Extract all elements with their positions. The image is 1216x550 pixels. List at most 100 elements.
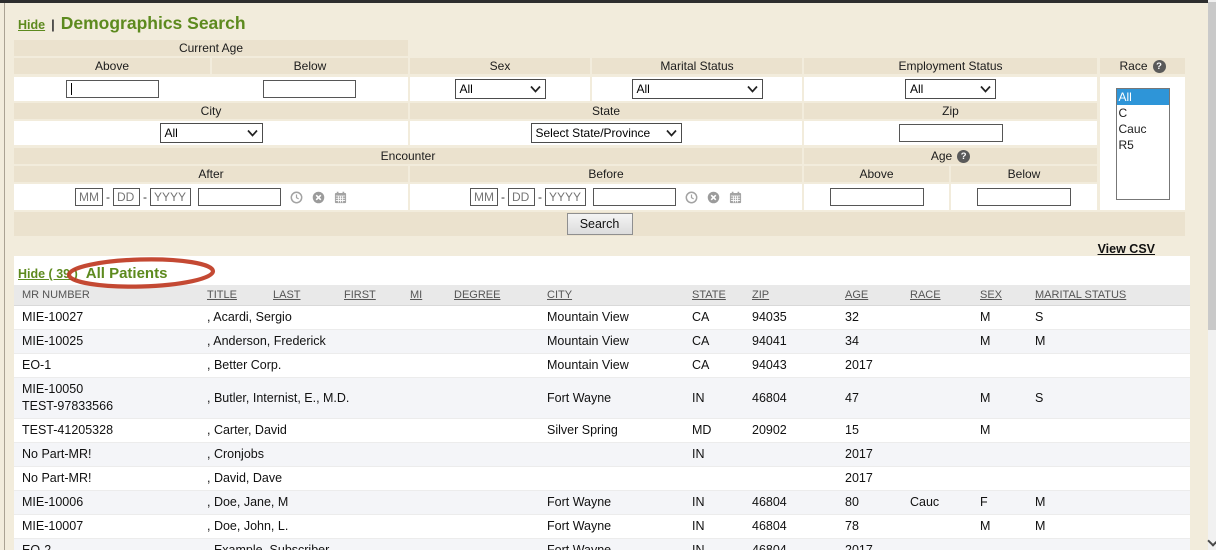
table-row[interactable]: MIE-10006, Doe, Jane, MFort WayneIN46804… (14, 491, 1190, 515)
table-row[interactable]: EO-2, Example, SubscriberFort WayneIN468… (14, 539, 1190, 550)
cell-name: , Cronjobs (199, 443, 539, 467)
current-age-above-input[interactable] (66, 80, 159, 98)
column-header-race[interactable]: RACE (902, 285, 972, 306)
before-month-input[interactable] (470, 188, 498, 206)
table-row[interactable]: MIE-10050 TEST-97833566, Butler, Interni… (14, 378, 1190, 419)
current-age-group-label: Current Age (14, 40, 408, 56)
zip-input[interactable] (899, 124, 1003, 142)
date-dash: - (143, 190, 147, 204)
column-header-sex[interactable]: SEX (972, 285, 1027, 306)
marital-status-select[interactable]: All (632, 79, 763, 99)
table-row[interactable]: TEST-41205328, Carter, DavidSilver Sprin… (14, 419, 1190, 443)
cell-sex (972, 443, 1027, 467)
race-option[interactable]: All (1117, 89, 1169, 105)
clock-icon[interactable] (685, 191, 698, 204)
age-below-input[interactable] (977, 188, 1071, 206)
cell-state: MD (684, 419, 744, 443)
hide-patients-link[interactable]: Hide ( 39 ) (18, 267, 78, 281)
column-header-degree[interactable]: DEGREE (446, 285, 539, 306)
cell-employment (1182, 539, 1190, 550)
cell-name: , David, Dave (199, 467, 539, 491)
city-select-value: All (165, 126, 178, 140)
cell-zip: 46804 (744, 378, 837, 419)
city-select[interactable]: All (160, 123, 263, 143)
table-row[interactable]: MIE-10007, Doe, John, L.Fort WayneIN4680… (14, 515, 1190, 539)
cell-city (539, 443, 684, 467)
cell-race (902, 443, 972, 467)
column-header-age[interactable]: AGE (837, 285, 902, 306)
employment-status-select[interactable]: All (905, 79, 996, 99)
view-csv-link[interactable]: View CSV (1098, 242, 1155, 256)
cell-zip: 94043 (744, 354, 837, 378)
before-day-input[interactable] (508, 188, 535, 206)
age-above-input[interactable] (830, 188, 924, 206)
table-row[interactable]: EO-1, Better Corp.Mountain ViewCA9404320… (14, 354, 1190, 378)
before-year-input[interactable] (545, 188, 586, 206)
encounter-after-label: After (14, 166, 408, 182)
calendar-icon[interactable] (729, 191, 742, 204)
calendar-icon[interactable] (334, 191, 347, 204)
age-above-cell (804, 184, 949, 210)
race-option[interactable]: C (1117, 105, 1169, 121)
cell-mr: MIE-10050 TEST-97833566 (14, 378, 199, 419)
search-button[interactable]: Search (567, 213, 633, 235)
cell-employment (1182, 419, 1190, 443)
scroll-down-arrow-icon[interactable] (1207, 535, 1216, 546)
clear-icon[interactable] (707, 191, 720, 204)
column-header-state[interactable]: STATE (684, 285, 744, 306)
cell-state (684, 467, 744, 491)
cell-age: 32 (837, 306, 902, 330)
after-date-input[interactable] (198, 188, 281, 206)
after-month-input[interactable] (75, 188, 103, 206)
column-header-employment[interactable]: EMPLOYMENT (1182, 285, 1190, 306)
encounter-after-cell: - - (14, 184, 408, 210)
scrollbar-thumb[interactable] (1208, 2, 1216, 330)
zip-cell (804, 121, 1097, 145)
cell-city: Mountain View (539, 330, 684, 354)
sex-cell: All (410, 77, 590, 101)
race-option[interactable]: Cauc (1117, 121, 1169, 137)
cell-mr: No Part-MR! (14, 467, 199, 491)
vertical-scrollbar[interactable] (1208, 0, 1216, 550)
column-header-first[interactable]: FIRST (336, 285, 402, 306)
cell-name: , Acardi, Sergio (199, 306, 539, 330)
cell-state: CA (684, 306, 744, 330)
table-row[interactable]: No Part-MR!, David, Dave2017 (14, 467, 1190, 491)
city-cell: All (14, 121, 408, 145)
state-select[interactable]: Select State/Province (531, 123, 682, 143)
window-top-border (0, 0, 1208, 3)
sex-label: Sex (410, 58, 590, 74)
current-age-below-input[interactable] (263, 80, 356, 98)
cell-state: IN (684, 378, 744, 419)
cell-name: , Doe, Jane, M (199, 491, 539, 515)
employment-cell: All (804, 77, 1097, 101)
cell-employment (1182, 491, 1190, 515)
city-label: City (14, 103, 408, 119)
clock-icon[interactable] (290, 191, 303, 204)
table-row[interactable]: No Part-MR!, CronjobsIN2017 (14, 443, 1190, 467)
hide-demographics-link[interactable]: Hide (18, 18, 45, 32)
sex-select[interactable]: All (455, 79, 546, 99)
clear-icon[interactable] (312, 191, 325, 204)
table-row[interactable]: MIE-10025, Anderson, FrederickMountain V… (14, 330, 1190, 354)
race-help-icon[interactable]: ? (1153, 60, 1166, 73)
cell-state: IN (684, 491, 744, 515)
race-option[interactable]: R5 (1117, 137, 1169, 153)
after-day-input[interactable] (113, 188, 140, 206)
race-listbox[interactable]: AllCCaucR5 (1116, 88, 1170, 200)
cell-state: CA (684, 354, 744, 378)
after-year-input[interactable] (150, 188, 191, 206)
cell-name: , Better Corp. (199, 354, 539, 378)
age-help-icon[interactable]: ? (957, 150, 970, 163)
table-row[interactable]: MIE-10027, Acardi, SergioMountain ViewCA… (14, 306, 1190, 330)
cell-age: 2017 (837, 443, 902, 467)
before-date-input[interactable] (593, 188, 676, 206)
age-group-label-cell: Age ? (804, 148, 1097, 164)
column-header-city[interactable]: CITY (539, 285, 684, 306)
column-header-zip[interactable]: ZIP (744, 285, 837, 306)
column-header-marital-status[interactable]: MARITAL STATUS (1027, 285, 1182, 306)
column-header-last[interactable]: LAST (265, 285, 336, 306)
column-header-mi[interactable]: MI (402, 285, 446, 306)
column-header-title[interactable]: TITLE (199, 285, 265, 306)
age-group-label: Age (931, 149, 952, 163)
